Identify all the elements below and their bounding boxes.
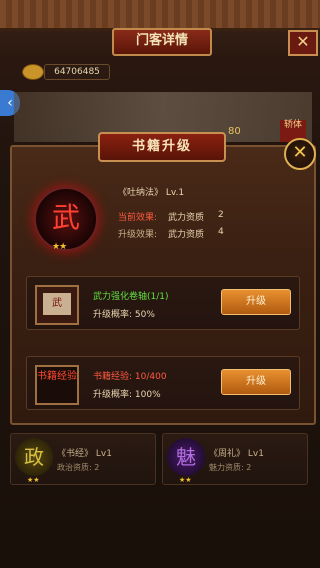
card-attr: 魅力资质: 2 [209,463,252,472]
upgrade-effect-attr: 武力资质 [168,230,205,240]
card-name: 《书经》 Lv1 [57,449,112,459]
experience-probability: 升级概率: 100% [93,390,161,400]
book-experience-text: 书籍经验 [37,371,77,382]
upgrade-item-experience: 书籍经验 书籍经验: 10/400 升级概率: 100% 升级 [26,356,300,410]
page-title: 门客详情 [112,28,212,56]
close-icon[interactable]: ✕ [288,30,318,56]
scroll-probability: 升级概率: 50% [93,310,155,320]
upgrade-with-experience-button[interactable]: 升级 [221,369,291,395]
coin-icon [22,64,44,80]
dialog-close-icon[interactable]: ✕ [284,138,316,170]
upgrade-item-scroll: 武 武力强化卷轴(1/1) 升级概率: 50% 升级 [26,276,300,330]
card-stars: ★★ [179,476,192,484]
roof-decoration [0,0,320,31]
upgrade-effect-label: 升级效果: [118,230,158,240]
book-experience-icon: 书籍经验 [35,365,79,405]
upgrade-with-scroll-button[interactable]: 升级 [221,289,291,315]
book-card-shujing[interactable]: 政 《书经》 Lv1 政治资质: 2 ★★ [10,433,156,485]
dialog-title: 书籍升级 [98,132,226,162]
upgrade-effect-value: 4 [218,227,224,237]
card-name: 《周礼》 Lv1 [209,449,264,459]
experience-label: 书籍经验: [93,372,135,382]
current-effect-attr: 武力资质 [168,213,205,223]
current-effect-label: 当前效果: [118,213,158,223]
politics-emblem-icon: 政 [15,438,53,476]
scroll-name: 武力强化卷轴(1/1) [93,292,169,302]
experience-line: 书籍经验: 10/400 [93,369,167,382]
experience-value: 10/400 [134,372,167,382]
scroll-paper: 武 [43,293,71,315]
card-attr: 政治资质: 2 [57,463,100,472]
current-effect-value: 2 [218,210,224,220]
book-stars: ★★ [52,242,67,252]
currency-amount: 64706485 [44,64,110,80]
scene-number: 80 [228,126,241,137]
scroll-icon: 武 [35,285,79,325]
book-card-zhouli[interactable]: 魅 《周礼》 Lv1 魅力资质: 2 ★★ [162,433,308,485]
book-name: 《吐纳法》 Lv.1 [118,188,185,198]
card-stars: ★★ [27,476,40,484]
charm-emblem-icon: 魅 [167,438,205,476]
